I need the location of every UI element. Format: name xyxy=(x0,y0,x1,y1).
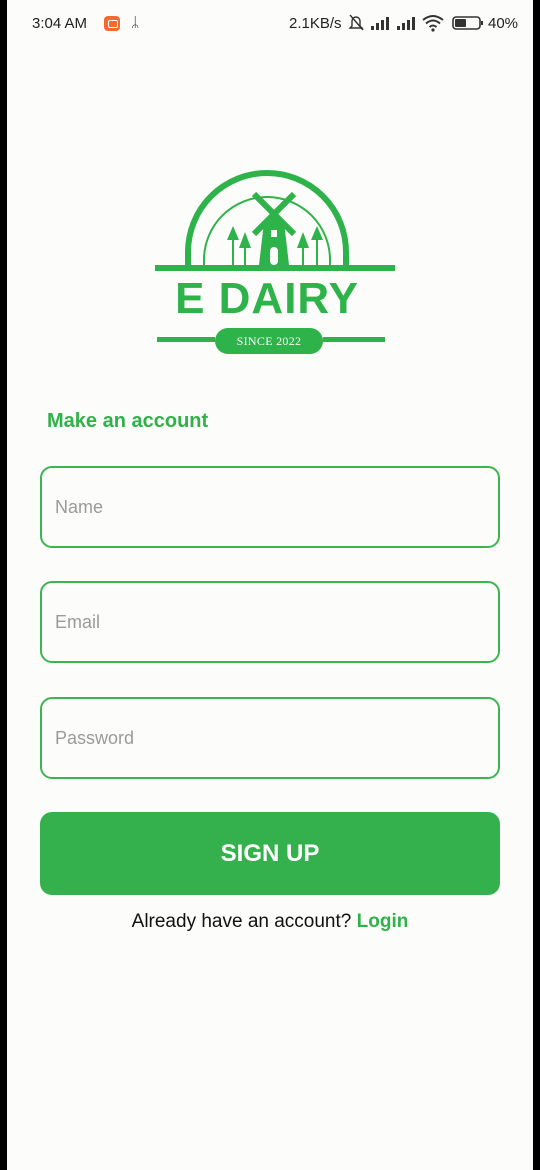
app-logo: E DAIRY SINCE 2022 xyxy=(147,150,397,360)
status-bar: 3:04 AM ᛦ 2.1KB/s 40% xyxy=(7,0,533,50)
login-link[interactable]: Login xyxy=(357,911,409,932)
logo-since-badge: SINCE 2022 xyxy=(215,328,323,354)
signup-screen: 3:04 AM ᛦ 2.1KB/s 40% E DAIRY SINCE 2022… xyxy=(7,0,533,1170)
signal-icon xyxy=(397,17,415,30)
logo-title: E DAIRY xyxy=(175,274,359,323)
email-field[interactable] xyxy=(40,581,500,663)
login-prompt-line: Already have an account? Login xyxy=(7,911,533,933)
screen-record-icon xyxy=(104,16,120,31)
battery-icon xyxy=(452,16,483,30)
signal-icon xyxy=(371,17,389,30)
windmill-logo-icon xyxy=(155,170,395,271)
status-time: 3:04 AM xyxy=(32,15,88,32)
name-field[interactable] xyxy=(40,466,500,548)
signup-button[interactable]: SIGN UP xyxy=(40,812,500,895)
page-title: Make an account xyxy=(47,410,209,432)
wifi-icon xyxy=(422,15,444,32)
battery-level: 40% xyxy=(488,15,519,32)
network-speed: 2.1KB/s xyxy=(289,15,342,32)
login-prompt-text: Already have an account? xyxy=(131,911,352,932)
password-field[interactable] xyxy=(40,697,500,779)
usb-icon: ᛦ xyxy=(131,14,140,30)
mute-icon xyxy=(348,14,364,31)
